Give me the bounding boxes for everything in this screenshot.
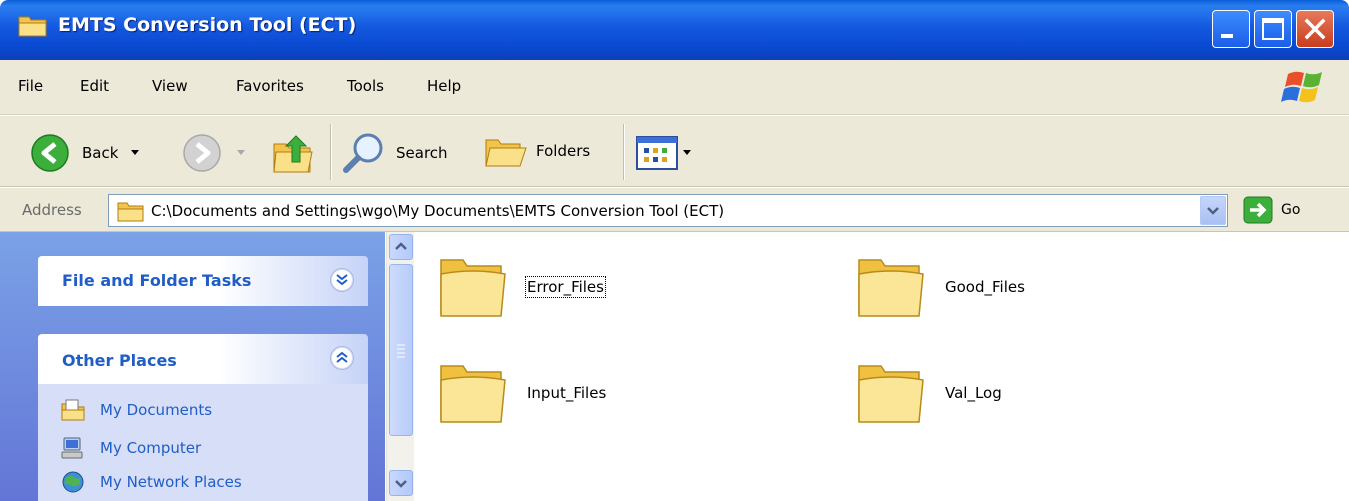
folder-name: Val_Log [945, 384, 1002, 402]
search-icon [343, 133, 383, 173]
chevron-up-icon [395, 242, 407, 250]
up-folder-button[interactable] [270, 128, 320, 176]
minimize-icon [1221, 34, 1233, 38]
place-my-documents[interactable]: My Documents [60, 398, 212, 422]
place-label: My Computer [100, 439, 202, 457]
collapse-chevron-icon[interactable] [330, 346, 354, 370]
my-network-places-icon [62, 471, 84, 493]
go-button[interactable]: Go [1243, 196, 1300, 224]
maximize-icon [1262, 18, 1284, 40]
menu-bar: File Edit View Favorites Tools Help [0, 60, 1349, 115]
forward-arrow-icon [183, 134, 221, 172]
back-button[interactable]: Back [30, 133, 140, 173]
minimize-button[interactable] [1212, 10, 1250, 48]
place-my-network-places[interactable]: My Network Places [60, 470, 242, 494]
file-and-folder-tasks-title: File and Folder Tasks [62, 271, 252, 290]
vertical-scrollbar[interactable] [386, 232, 414, 501]
close-icon [1304, 18, 1326, 40]
menu-favorites[interactable]: Favorites [236, 77, 304, 95]
views-button[interactable] [636, 136, 692, 170]
place-label: My Documents [100, 401, 213, 419]
file-and-folder-tasks-header[interactable]: File and Folder Tasks [38, 256, 368, 306]
address-dropdown-button[interactable] [1200, 196, 1226, 225]
up-folder-icon [273, 135, 313, 173]
folder-view[interactable]: Error_Files Good_Files Input_Files Val_L… [415, 232, 1349, 501]
grip-icon [397, 344, 405, 358]
folder-icon [858, 259, 924, 317]
folder-name: Good_Files [945, 278, 1025, 296]
menu-edit[interactable]: Edit [80, 77, 109, 95]
folder-name: Error_Files [525, 276, 606, 298]
folder-name: Input_Files [527, 384, 607, 402]
menu-tools[interactable]: Tools [347, 77, 384, 95]
views-dropdown-icon[interactable] [682, 149, 692, 157]
address-bar: Address C:\Documents and Settings\wgo\My… [0, 187, 1349, 232]
my-documents-icon [61, 399, 85, 421]
menu-view[interactable]: View [152, 77, 188, 95]
standard-toolbar: Back Search Folders [0, 115, 1349, 187]
address-path: C:\Documents and Settings\wgo\My Documen… [151, 202, 725, 220]
folder-icon [858, 365, 924, 423]
my-computer-icon [61, 437, 83, 459]
folder-item-good-files[interactable]: Good_Files [855, 254, 1025, 320]
scroll-thumb[interactable] [389, 264, 413, 436]
folder-item-error-files[interactable]: Error_Files [437, 254, 606, 320]
go-arrow-icon [1243, 196, 1273, 224]
menu-file[interactable]: File [18, 77, 43, 95]
folder-item-input-files[interactable]: Input_Files [437, 360, 606, 426]
folder-icon [440, 365, 506, 423]
scroll-up-button[interactable] [389, 234, 413, 260]
search-label: Search [396, 144, 448, 162]
scroll-down-button[interactable] [389, 470, 413, 496]
chevron-down-icon [1207, 207, 1219, 215]
folder-item-val-log[interactable]: Val_Log [855, 360, 1002, 426]
folders-label: Folders [536, 142, 591, 160]
title-bar[interactable]: EMTS Conversion Tool (ECT) [0, 0, 1349, 60]
menu-help[interactable]: Help [427, 77, 461, 95]
back-arrow-icon [31, 134, 69, 172]
back-label: Back [82, 144, 119, 162]
folder-icon [117, 202, 144, 222]
place-my-computer[interactable]: My Computer [60, 436, 201, 460]
maximize-button[interactable] [1254, 10, 1292, 48]
go-label: Go [1281, 202, 1301, 218]
address-input[interactable]: C:\Documents and Settings\wgo\My Documen… [108, 194, 1228, 227]
back-dropdown-icon[interactable] [130, 149, 140, 157]
forward-button[interactable] [182, 133, 246, 173]
other-places-header[interactable]: Other Places [38, 334, 368, 384]
address-label: Address [22, 201, 82, 219]
folder-icon [440, 259, 506, 317]
folder-icon [18, 16, 47, 37]
folders-button[interactable]: Folders [482, 130, 590, 172]
windows-logo-icon [1281, 71, 1322, 103]
views-icon [636, 136, 678, 170]
other-places-title: Other Places [62, 351, 177, 370]
chevron-down-icon [395, 480, 407, 488]
place-label: My Network Places [100, 473, 242, 491]
folders-icon [485, 139, 527, 167]
close-button[interactable] [1296, 10, 1334, 48]
forward-dropdown-icon[interactable] [236, 149, 246, 157]
window-title: EMTS Conversion Tool (ECT) [58, 14, 357, 36]
search-button[interactable]: Search [340, 130, 448, 176]
expand-chevron-icon[interactable] [330, 268, 354, 292]
other-places-list: My Documents My Computer My Network Plac… [38, 384, 368, 501]
